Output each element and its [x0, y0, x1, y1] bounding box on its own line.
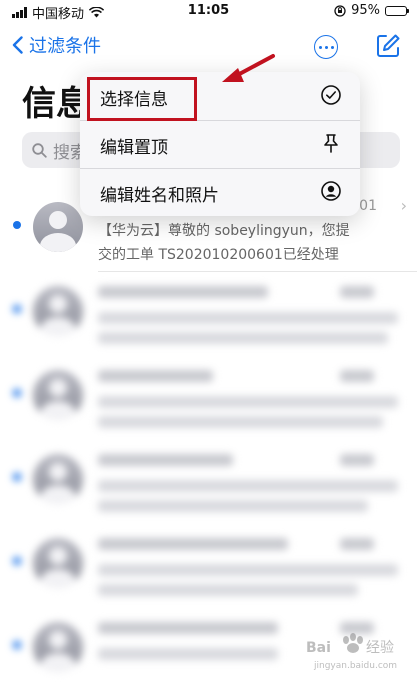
- blurred-date: [340, 454, 374, 466]
- ellipsis-dot: [318, 45, 322, 49]
- avatar: [33, 538, 83, 588]
- svg-text:jingyan.baidu.com: jingyan.baidu.com: [313, 661, 397, 671]
- annotation-highlight-box: [87, 77, 197, 121]
- unread-dot: [13, 305, 21, 313]
- blurred-sender: [98, 622, 278, 634]
- avatar-head: [49, 295, 67, 313]
- search-icon: [32, 142, 47, 158]
- avatar-head: [49, 463, 67, 481]
- avatar-body: [40, 653, 76, 672]
- menu-item-label: 编辑置顶: [100, 138, 168, 158]
- annotation-arrow-icon: [222, 54, 275, 82]
- avatar-body: [40, 569, 76, 588]
- message-preview-line2: 交的工单 TS202010200601已经处理: [98, 247, 339, 263]
- chevron-right-icon: ›: [400, 196, 407, 215]
- avatar-body: [40, 233, 76, 252]
- avatar-body: [40, 317, 76, 336]
- blurred-preview: [98, 648, 278, 660]
- navigation-bar: 过滤条件: [0, 28, 417, 64]
- avatar: [33, 622, 83, 672]
- status-right: 95%: [334, 3, 409, 18]
- message-row[interactable]: [0, 440, 417, 524]
- avatar-head: [49, 211, 67, 229]
- blurred-preview: [98, 500, 368, 512]
- blurred-preview: [98, 396, 398, 408]
- menu-item-label: 编辑姓名和照片: [100, 186, 219, 206]
- unread-dot: [13, 221, 21, 229]
- blurred-preview: [98, 416, 383, 428]
- blurred-preview: [98, 480, 398, 492]
- battery-percent: 95%: [351, 3, 380, 18]
- avatar: [33, 454, 83, 504]
- svg-text:Bai: Bai: [306, 640, 331, 656]
- blurred-sender: [98, 286, 268, 298]
- person-circle-icon: [321, 181, 341, 201]
- message-preview-line1: 【华为云】尊敬的 sobeylingyun，您提: [98, 223, 350, 239]
- svg-text:经验: 经验: [366, 640, 394, 656]
- blurred-sender: [98, 454, 233, 466]
- message-date: 01: [359, 198, 377, 214]
- avatar-head: [49, 379, 67, 397]
- unread-dot: [13, 641, 21, 649]
- message-row[interactable]: [0, 524, 417, 608]
- back-label: 过滤条件: [29, 36, 101, 57]
- blurred-sender: [98, 538, 288, 550]
- menu-item-edit-name-photo[interactable]: 编辑姓名和照片: [80, 168, 360, 216]
- pin-icon: [324, 134, 338, 153]
- blurred-preview: [98, 332, 388, 344]
- rotation-lock-icon: [334, 4, 346, 17]
- unread-dot: [13, 473, 21, 481]
- blurred-preview: [98, 564, 398, 576]
- battery-icon: [385, 5, 409, 16]
- avatar-head: [49, 547, 67, 565]
- more-options-button[interactable]: [314, 35, 338, 59]
- blurred-preview: [98, 312, 398, 324]
- ellipsis-dot: [324, 45, 328, 49]
- avatar: [33, 286, 83, 336]
- blurred-preview: [98, 584, 358, 596]
- message-row[interactable]: [0, 272, 417, 356]
- baidu-jingyan-watermark: Bai 经验 jingyan.baidu.com: [306, 633, 397, 671]
- checkmark-circle-icon: [321, 85, 341, 105]
- blurred-date: [340, 286, 374, 298]
- menu-item-edit-pins[interactable]: 编辑置顶: [80, 120, 360, 168]
- avatar-head: [49, 631, 67, 649]
- compose-icon[interactable]: [375, 33, 401, 59]
- blurred-sender: [98, 370, 213, 382]
- status-bar: 中国移动 11:05 95%: [0, 0, 417, 22]
- unread-dot: [13, 389, 21, 397]
- message-row[interactable]: [0, 356, 417, 440]
- chevron-left-icon: [12, 36, 23, 54]
- avatar: [33, 370, 83, 420]
- avatar: [33, 202, 83, 252]
- blurred-date: [340, 370, 374, 382]
- avatar-body: [40, 485, 76, 504]
- ellipsis-dot: [330, 45, 334, 49]
- unread-dot: [13, 557, 21, 565]
- blurred-date: [340, 538, 374, 550]
- avatar-body: [40, 401, 76, 420]
- back-button[interactable]: 过滤条件: [12, 32, 101, 58]
